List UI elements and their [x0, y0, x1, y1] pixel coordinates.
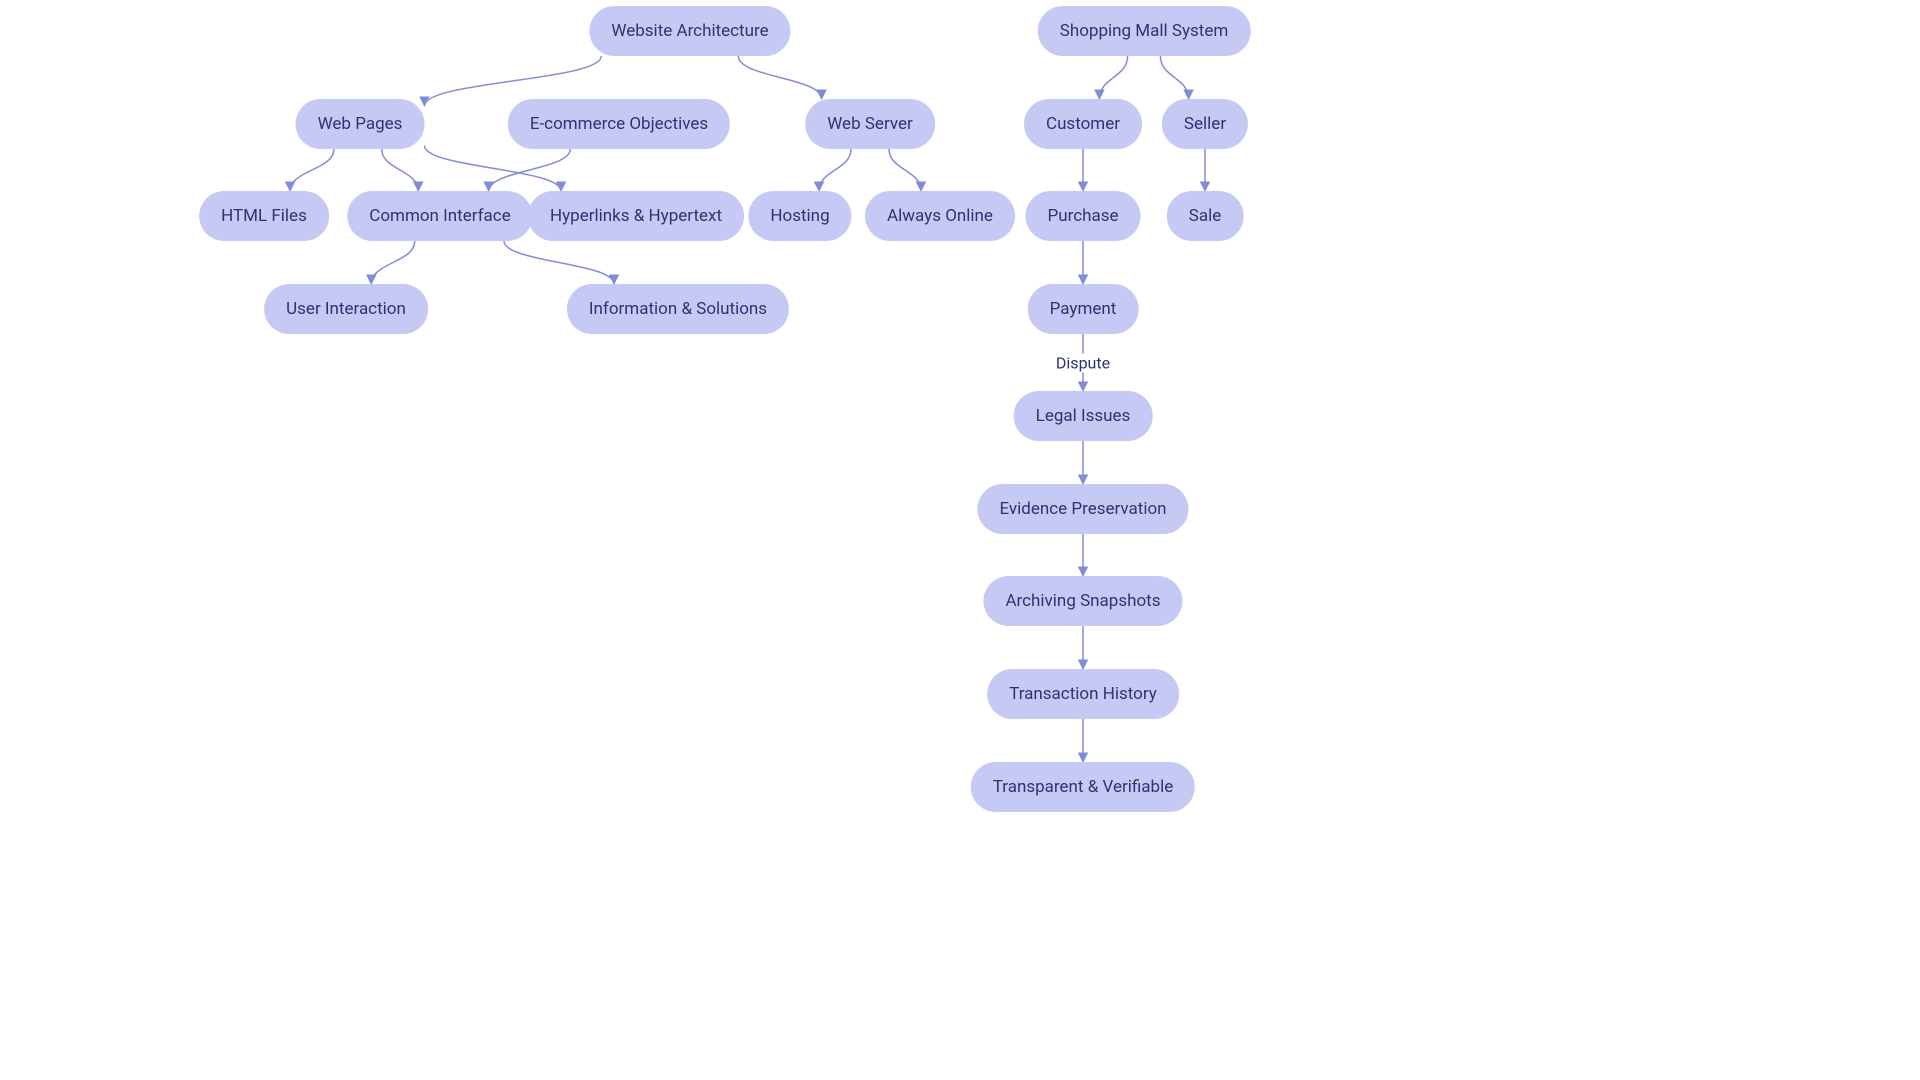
node-hyperlinks: Hyperlinks & Hypertext [528, 191, 744, 241]
node-sale: Sale [1167, 191, 1244, 241]
node-seller: Seller [1162, 99, 1248, 149]
node-alwaysOnline: Always Online [865, 191, 1015, 241]
edge-commonInterface-to-infoSolutions [504, 241, 614, 284]
edge-commonInterface-to-userInteraction [371, 241, 414, 284]
node-websiteArchitecture: Website Architecture [589, 6, 790, 56]
flowchart-diagram: Website Architecture Shopping Mall System… [0, 0, 1920, 1080]
node-purchase: Purchase [1026, 191, 1141, 241]
edge-shoppingMallSystem-to-customer [1099, 56, 1127, 99]
edge-shoppingMallSystem-to-seller [1160, 56, 1188, 99]
node-legalIssues: Legal Issues [1014, 391, 1153, 441]
node-commonInterface: Common Interface [347, 191, 532, 241]
node-webServer: Web Server [805, 99, 935, 149]
node-htmlFiles: HTML Files [199, 191, 329, 241]
edge-websiteArchitecture-to-webServer [738, 56, 821, 99]
node-hosting: Hosting [748, 191, 851, 241]
node-transHistory: Transaction History [987, 669, 1179, 719]
node-evidence: Evidence Preservation [977, 484, 1188, 534]
edge-label-payment-to-legalIssues: Dispute [1052, 354, 1114, 373]
edge-ecommerceObjectives-to-commonInterface [489, 149, 571, 191]
node-payment: Payment [1028, 284, 1139, 334]
edges-layer [0, 0, 1920, 1080]
edge-webPages-to-htmlFiles [290, 149, 334, 191]
node-customer: Customer [1024, 99, 1142, 149]
node-archiving: Archiving Snapshots [983, 576, 1182, 626]
edge-webServer-to-alwaysOnline [889, 149, 921, 191]
edge-webServer-to-hosting [819, 149, 851, 191]
node-infoSolutions: Information & Solutions [567, 284, 789, 334]
edge-webPages-to-commonInterface [382, 149, 419, 191]
node-userInteraction: User Interaction [264, 284, 428, 334]
node-shoppingMallSystem: Shopping Mall System [1038, 6, 1251, 56]
node-webPages: Web Pages [296, 99, 425, 149]
node-ecommerceObjectives: E-commerce Objectives [508, 99, 730, 149]
edge-webPages-to-hyperlinks [424, 145, 561, 191]
node-transparent: Transparent & Verifiable [971, 762, 1195, 812]
